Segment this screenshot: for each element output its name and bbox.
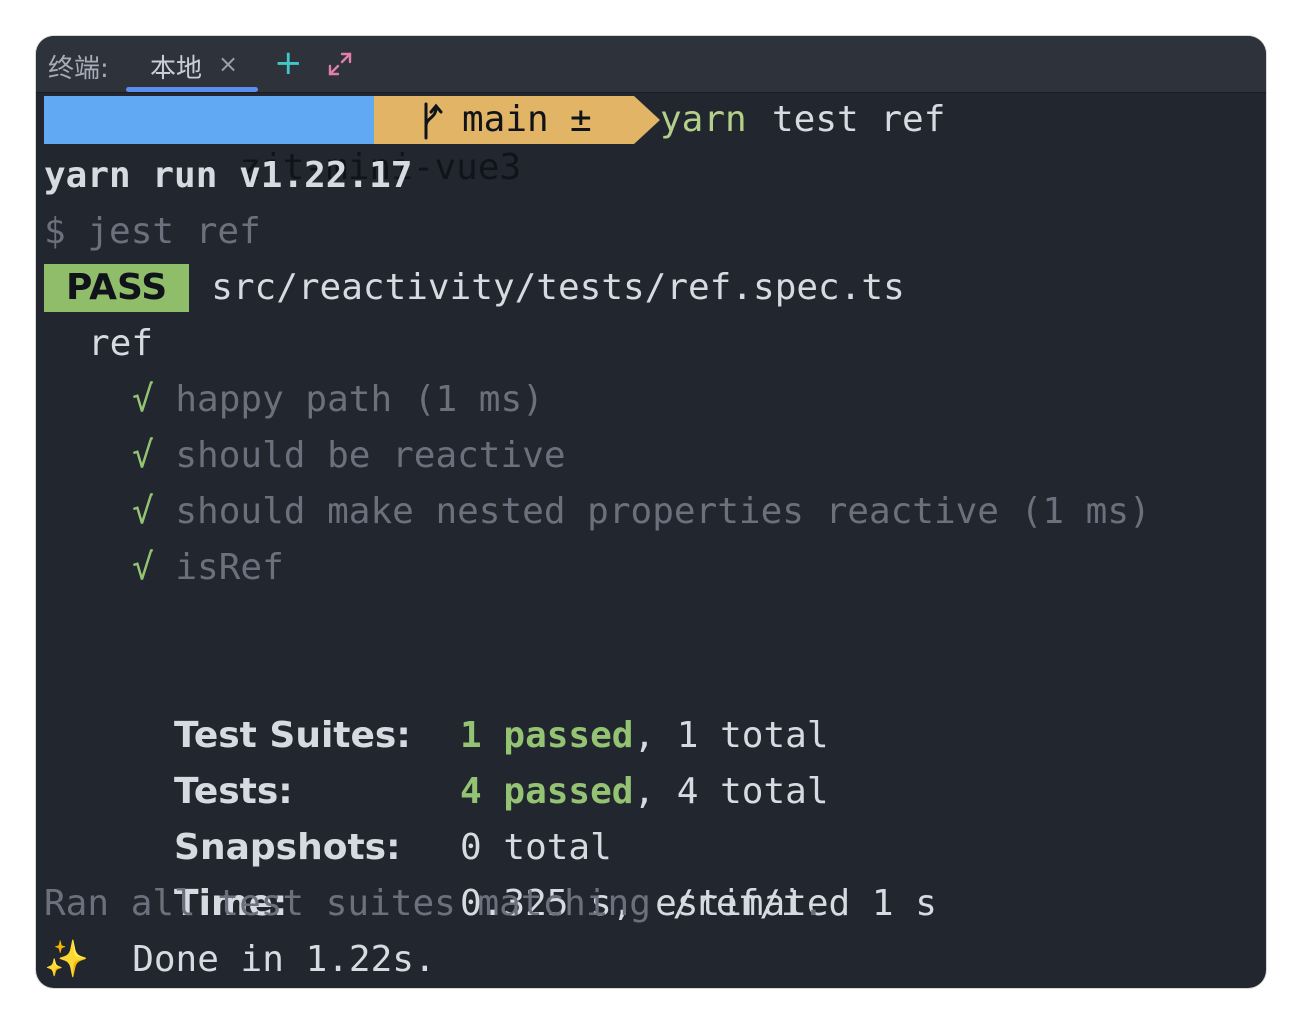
command-echo: $ jest ref: [44, 211, 261, 252]
test-result-row: √ isRef: [132, 540, 284, 596]
ran-prefix: Ran all test suites matching: [44, 883, 673, 924]
prompt-dirty-flag: ±: [570, 99, 592, 140]
test-name: should be reactive: [175, 435, 566, 476]
terminal-label: 终端:: [48, 54, 109, 84]
summary-tests: Tests: 4 passed, 4 total: [44, 708, 828, 812]
summary-total: , 4 total: [633, 771, 829, 812]
terminal-window: 终端: 本地 × + zjt-mini-vue3: [36, 36, 1266, 988]
command-args: test ref: [772, 99, 946, 140]
check-icon: √: [132, 547, 154, 588]
check-icon: √: [132, 435, 154, 476]
suite-name: ref: [88, 323, 154, 364]
check-icon: √: [132, 379, 154, 420]
test-result-row: √ should make nested properties reactive…: [132, 484, 1151, 540]
segment-arrow-git: [634, 96, 660, 144]
summary-time: Time: 0.325 s, estimated 1 s: [44, 820, 937, 924]
test-file: src/reactivity/tests/ref.spec.ts: [211, 267, 905, 308]
expand-icon[interactable]: [326, 50, 354, 78]
test-name: isRef: [175, 547, 284, 588]
check-icon: √: [132, 491, 154, 532]
done-text: Done in 1.22s.: [132, 939, 436, 980]
close-icon[interactable]: ×: [218, 50, 238, 78]
ran-suffix: .: [802, 883, 825, 924]
tab-bar: 终端: 本地 × +: [36, 36, 1266, 93]
yarn-header: yarn run v1.22.17: [44, 155, 413, 196]
pass-line: PASS src/reactivity/tests/ref.spec.ts: [44, 260, 905, 316]
add-tab-icon[interactable]: +: [274, 44, 303, 82]
prompt-git-segment: main ±: [374, 96, 634, 144]
ran-line: Ran all test suites matching /ref/i.: [44, 876, 824, 932]
test-result-row: √ happy path (1 ms): [132, 372, 544, 428]
sparkles-icon: ✨: [44, 939, 89, 980]
tab-local[interactable]: 本地 ×: [126, 36, 258, 92]
ran-pattern: /ref/i: [672, 883, 803, 924]
command-name: yarn: [660, 99, 747, 140]
git-branch-icon: [424, 102, 443, 140]
test-name: should make nested properties reactive (…: [175, 491, 1151, 532]
prompt-branch: main: [462, 99, 549, 140]
summary-snapshots: Snapshots: 0 total: [44, 764, 612, 868]
test-name: happy path (1 ms): [175, 379, 544, 420]
done-line: ✨ Done in 1.22s.: [44, 932, 436, 988]
pass-badge: PASS: [44, 264, 190, 312]
prompt-dir-segment: zjt-mini-vue3: [44, 96, 521, 188]
prompt-line: zjt-mini-vue3 main ± yarn: [44, 92, 1244, 188]
summary-suites: Test Suites: 1 passed, 1 total: [44, 652, 828, 756]
tab-title: 本地: [150, 54, 203, 84]
test-result-row: √ should be reactive: [132, 428, 566, 484]
